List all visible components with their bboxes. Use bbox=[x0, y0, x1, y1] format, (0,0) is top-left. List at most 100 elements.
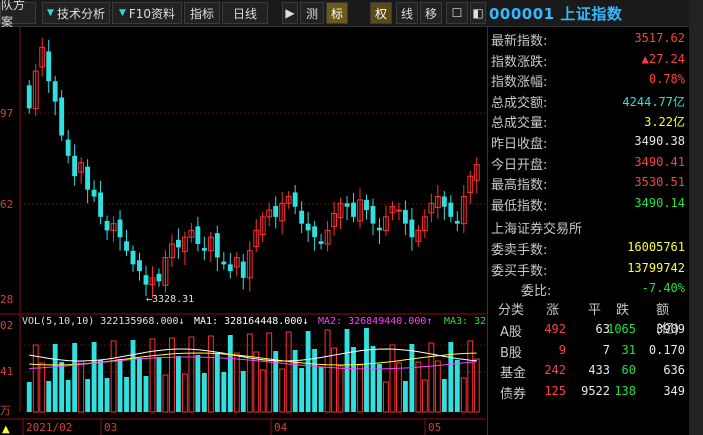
stats-cell: 3909 bbox=[656, 322, 685, 336]
ma3-label: MA3: 32 bbox=[444, 316, 486, 327]
candle-body bbox=[441, 196, 447, 207]
candle-body bbox=[130, 250, 136, 265]
stats-row: A股 492 63 1065 3909 bbox=[488, 319, 690, 340]
kline-chart[interactable]: 97 62 28 02 41 万 2021/02 03 04 05 ▲ ←3328.31 VOL(5,1… bbox=[0, 27, 486, 435]
toolbar-item-3[interactable]: 指标 bbox=[184, 2, 220, 24]
volume-bar bbox=[65, 380, 71, 412]
toolbar-item-9[interactable]: 线 bbox=[396, 2, 418, 24]
stats-cell: 60 bbox=[621, 363, 636, 377]
volume-bar bbox=[305, 331, 311, 412]
toolbar-item-5[interactable]: ▶ bbox=[282, 2, 298, 24]
quote-value: 16005761 bbox=[627, 240, 685, 254]
x-tick-label: 04 bbox=[274, 421, 288, 434]
toolbar-item-11[interactable]: ☐ bbox=[446, 2, 468, 24]
volume-bar bbox=[292, 350, 298, 412]
candle-body bbox=[305, 223, 311, 231]
volume-bar bbox=[441, 379, 447, 412]
y-tick-label: 62 bbox=[0, 198, 13, 211]
unit-label: 万 bbox=[0, 404, 11, 417]
volume-bar bbox=[351, 347, 356, 412]
quote-value: 3517.62 bbox=[634, 31, 685, 45]
quote-row: 昨日收盘: 3490.38 bbox=[491, 131, 687, 152]
volume-bar bbox=[124, 377, 129, 412]
toolbar-item-8[interactable]: 权 bbox=[370, 2, 392, 24]
stats-cell: 9 bbox=[558, 342, 566, 357]
vol-tick-label: 41 bbox=[0, 365, 13, 378]
x-tick-label: 2021/02 bbox=[26, 421, 72, 434]
toolbar-item-label: 标 bbox=[330, 6, 343, 21]
candle-body bbox=[72, 155, 78, 177]
candle-body bbox=[124, 241, 129, 251]
toolbar-item-10[interactable]: 移 bbox=[420, 2, 442, 24]
toolbar-item-1[interactable]: ▼ 技术分析 bbox=[42, 2, 110, 24]
quote-row: 委买手数: 13799742 bbox=[491, 258, 687, 279]
dropdown-arrow-icon: ▼ bbox=[118, 8, 126, 18]
toolbar-item-label: ☐ bbox=[451, 6, 463, 20]
vol-header: VOL(5,10,10) 322135968.000↓ bbox=[22, 316, 185, 327]
candle-body bbox=[201, 248, 207, 251]
volume-bar bbox=[201, 373, 207, 412]
toolbar-item-4[interactable]: 日线 bbox=[222, 2, 268, 24]
toolbar-item-12[interactable]: ◧ bbox=[470, 2, 486, 24]
quote-value: 3.22亿 bbox=[644, 115, 685, 130]
candle-body bbox=[104, 220, 110, 231]
volume-bar bbox=[156, 357, 162, 412]
stats-cell: 31 bbox=[621, 342, 636, 357]
toolbar-item-6[interactable]: 测 bbox=[300, 2, 324, 24]
toolbar-item-0[interactable]: 队方案 bbox=[0, 0, 36, 29]
candle-body bbox=[351, 202, 356, 217]
volume-bar bbox=[377, 364, 382, 412]
quote-label: 委卖手数: bbox=[491, 243, 548, 258]
quote-value: 3490.41 bbox=[634, 154, 685, 169]
stats-cell: 433 bbox=[588, 363, 610, 377]
candle-body bbox=[402, 210, 408, 224]
quote-row: 委卖手数: 16005761 bbox=[491, 237, 687, 258]
candle-body bbox=[240, 261, 246, 278]
volume-bar bbox=[46, 381, 52, 412]
candle-body bbox=[344, 203, 350, 207]
toolbar-item-7[interactable]: 标 bbox=[326, 2, 348, 24]
volume-bar bbox=[195, 355, 201, 412]
volume-bar bbox=[370, 346, 376, 412]
candle-body bbox=[98, 192, 104, 217]
quote-row: 指数涨幅: 0.78% bbox=[491, 69, 687, 90]
y-tick-label: 97 bbox=[0, 107, 13, 120]
candle-body bbox=[91, 189, 97, 197]
candle-body bbox=[377, 227, 382, 231]
stats-cell: B股 bbox=[500, 345, 522, 361]
toolbar-item-2[interactable]: ▼ F10资料 bbox=[112, 2, 182, 24]
quote-label: 今日开盘: bbox=[491, 157, 548, 173]
quote-label: 委买手数: bbox=[491, 263, 548, 279]
quote-row: 最新指数: 3517.62 bbox=[491, 28, 687, 49]
quote-row: 总成交量: 3.22亿 bbox=[491, 110, 687, 131]
quote-label: 昨日收盘: bbox=[491, 137, 548, 152]
volume-bar bbox=[448, 342, 454, 412]
toolbar-item-label: 队方案 bbox=[1, 0, 26, 29]
volume-bar bbox=[454, 360, 460, 412]
stats-cell: 9522 bbox=[581, 383, 610, 398]
quote-value: 4244.77亿 bbox=[622, 94, 685, 109]
volume-bar bbox=[26, 382, 32, 412]
candle-body bbox=[221, 261, 227, 265]
toolbar-item-label: 测 bbox=[305, 6, 318, 21]
toolbar-item-label: ▶ bbox=[285, 6, 295, 20]
candle-body bbox=[273, 206, 279, 217]
volume-bar bbox=[214, 354, 220, 412]
candle-body bbox=[370, 206, 376, 224]
candle-body bbox=[117, 219, 123, 238]
toolbar-item-label: 日线 bbox=[232, 6, 257, 21]
exchange-label: 上海证券交易所 bbox=[491, 216, 687, 237]
quote-row: 最低指数: 3490.14 bbox=[491, 193, 687, 214]
candle-body bbox=[364, 199, 369, 211]
candle-body bbox=[195, 226, 201, 244]
volume-bar bbox=[409, 344, 415, 412]
quote-row: 最高指数: 3530.51 bbox=[491, 172, 687, 193]
ma2-label: MA2: 326849440.000↑ bbox=[318, 316, 432, 327]
candle-body bbox=[454, 220, 460, 224]
volume-bar bbox=[143, 376, 149, 412]
quote-label: 指数涨跌: bbox=[491, 54, 548, 70]
scrollbar[interactable] bbox=[689, 0, 703, 435]
stats-header-cell: 跌 bbox=[616, 303, 630, 318]
volume-bar bbox=[344, 329, 350, 412]
x-tick-label: 03 bbox=[104, 421, 117, 434]
